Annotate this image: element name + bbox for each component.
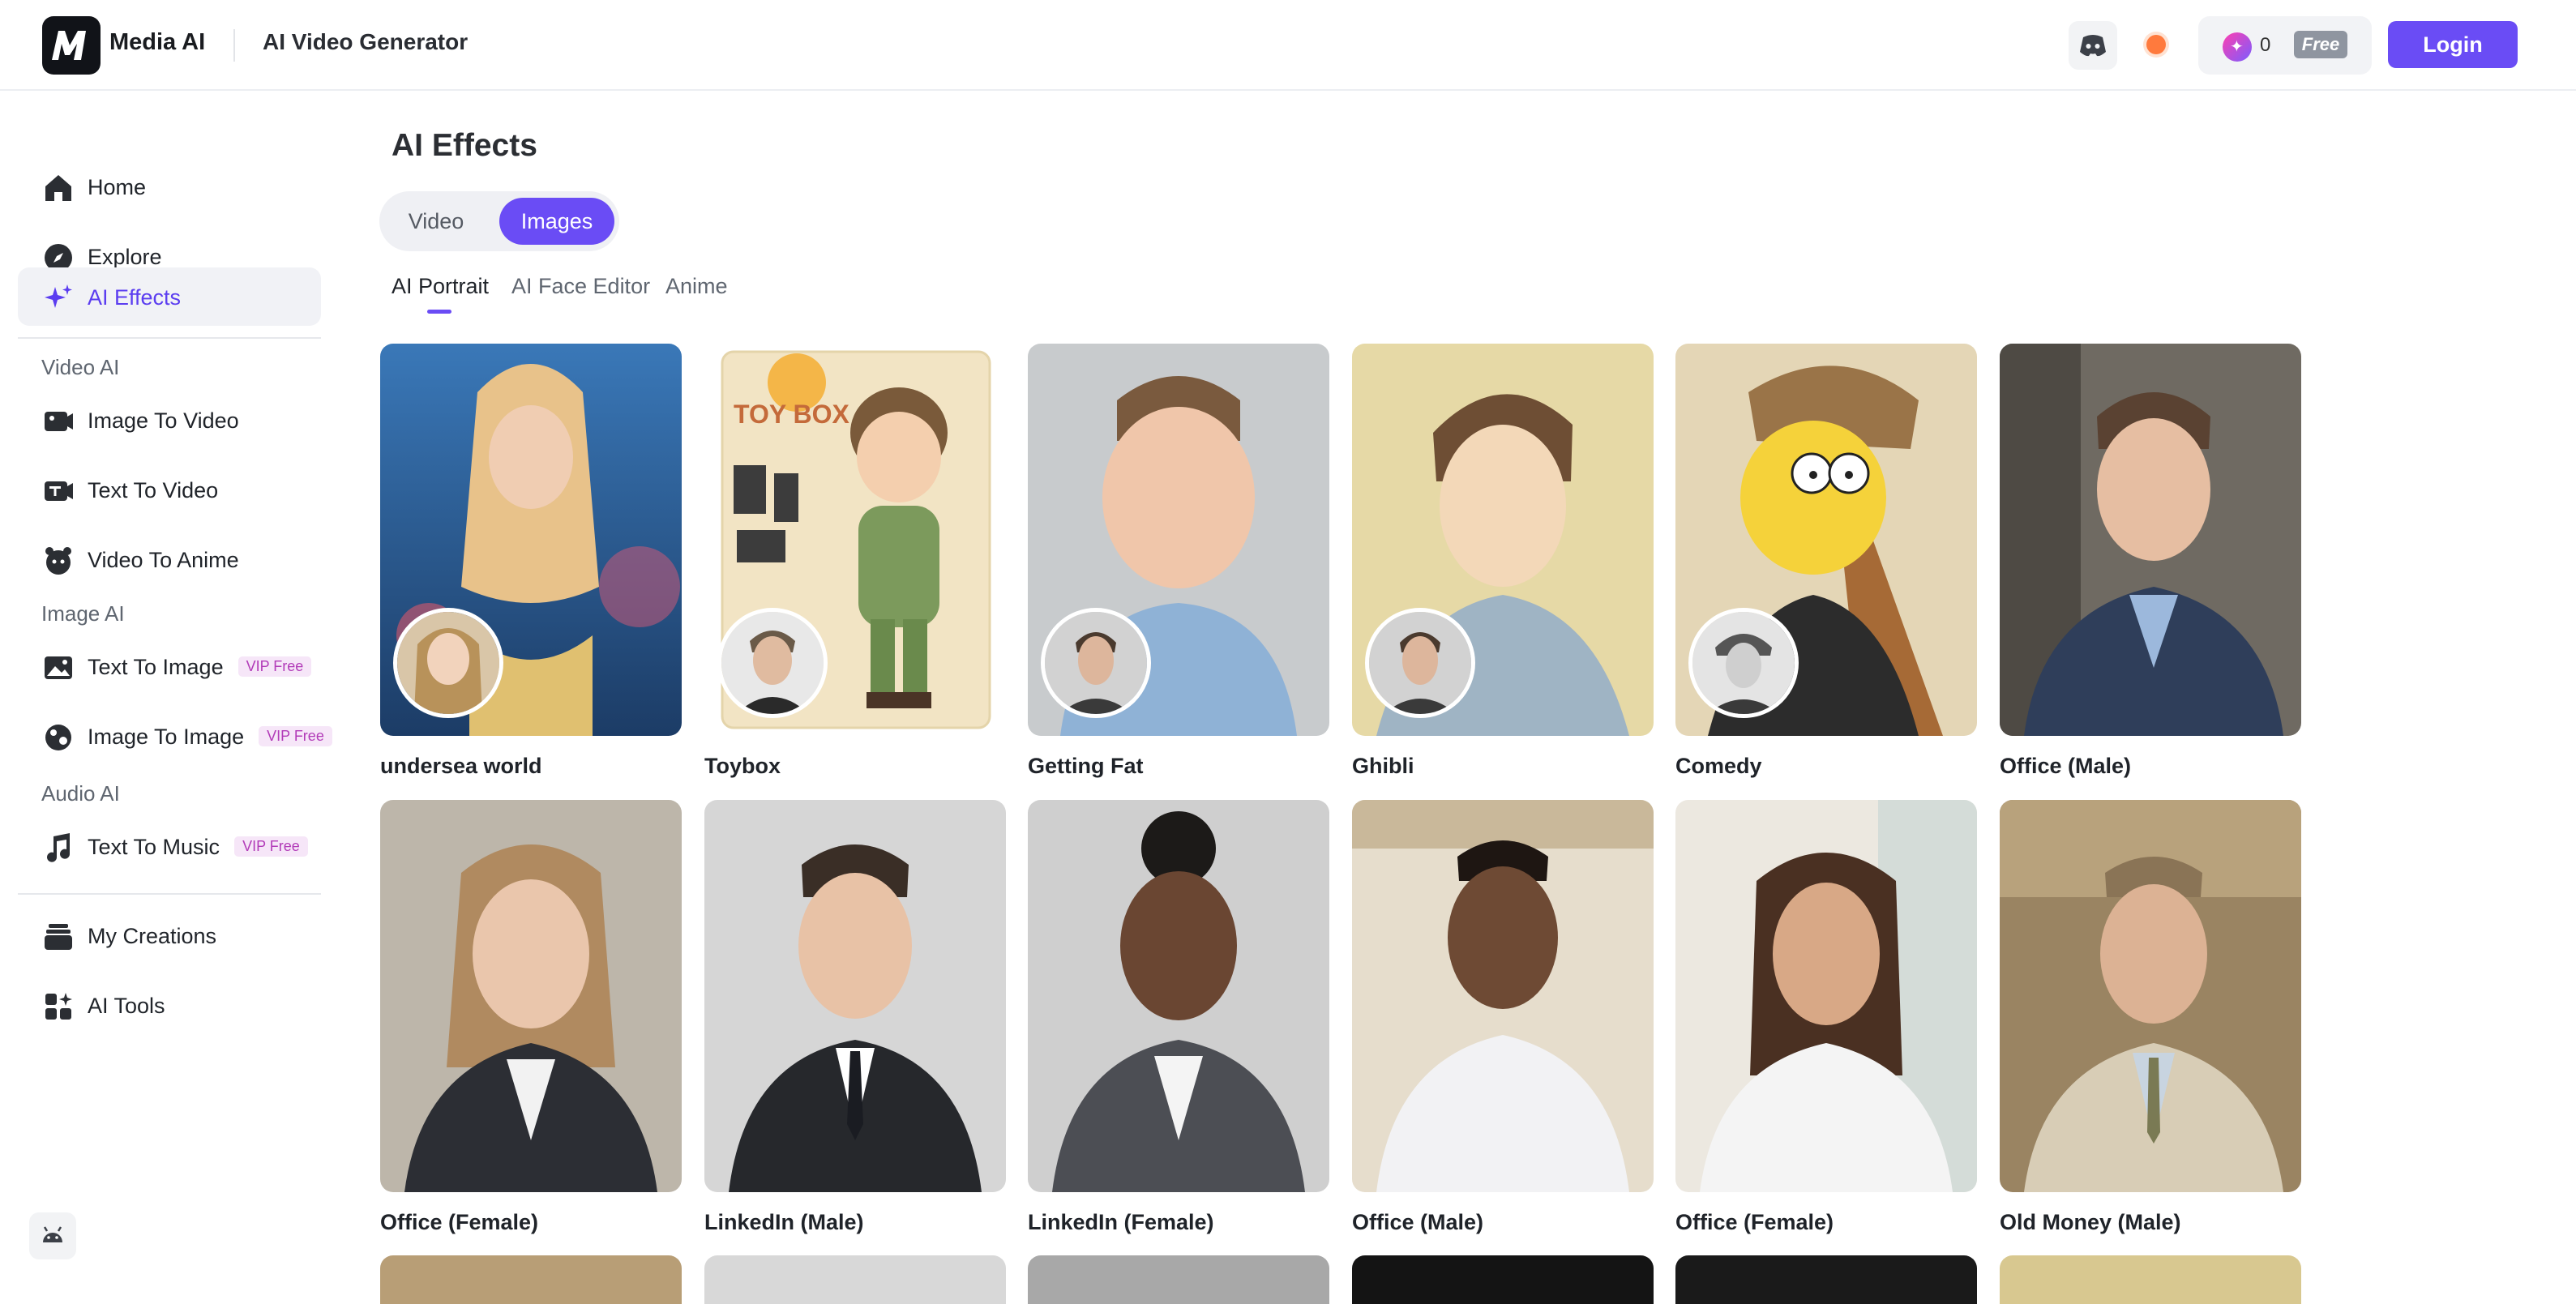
section-title-video-ai: Video AI	[41, 355, 120, 379]
sidebar-item-label: AI Effects	[88, 285, 182, 310]
brand-name: Media AI	[109, 29, 206, 55]
effect-thumbnail	[1675, 800, 1977, 1192]
section-title-audio-ai: Audio AI	[41, 781, 120, 806]
sidebar-item-text-to-image[interactable]: Text To Image VIP Free	[18, 637, 321, 695]
discord-button[interactable]	[2069, 21, 2117, 70]
sidebar-item-image-to-video[interactable]: Image To Video	[18, 391, 321, 449]
effect-name: Ghibli	[1352, 754, 1414, 778]
tab-anime[interactable]: Anime	[665, 274, 728, 299]
section-title-image-ai: Image AI	[41, 601, 125, 626]
effect-card-partial[interactable]	[1028, 1255, 1329, 1304]
effect-name: LinkedIn (Male)	[704, 1210, 864, 1234]
effect-thumbnail	[1028, 800, 1329, 1192]
svg-text:TOY BOX: TOY BOX	[734, 400, 850, 429]
active-tab-indicator	[427, 310, 451, 314]
effect-thumbnail	[380, 800, 682, 1192]
tab-ai-face-editor[interactable]: AI Face Editor	[511, 274, 650, 299]
sidebar-item-ai-tools[interactable]: AI Tools	[18, 976, 321, 1034]
sidebar-divider	[18, 893, 321, 895]
discord-icon	[2080, 35, 2106, 57]
effect-thumbnail	[704, 800, 1006, 1192]
sidebar-item-label: Text To Video	[88, 478, 219, 502]
sidebar-item-label: Image To Video	[88, 408, 239, 433]
sidebar-item-text-to-music[interactable]: Text To Music VIP Free	[18, 817, 321, 875]
effect-name: undersea world	[380, 754, 542, 778]
top-bar: Media AI AI Video Generator ✦ 0 Free Log…	[0, 0, 2576, 91]
home-icon	[45, 175, 71, 201]
text-image-icon	[45, 656, 72, 679]
sidebar: Home Explore AI Effects Video AI Image T…	[0, 91, 340, 1293]
source-avatar	[717, 608, 828, 718]
effect-card-partial[interactable]	[1675, 1255, 1977, 1304]
android-app-button[interactable]	[29, 1212, 76, 1259]
vip-free-badge: VIP Free	[237, 656, 312, 677]
media-type-toggle: Video Images	[379, 191, 619, 251]
effect-card-partial[interactable]	[1352, 1255, 1654, 1304]
segment-images[interactable]: Images	[499, 198, 614, 245]
sidebar-item-label: Image To Image VIP Free	[88, 725, 332, 750]
effect-name: Old Money (Male)	[2000, 1210, 2181, 1234]
effect-name: Office (Female)	[1675, 1210, 1834, 1234]
sidebar-item-label: My Creations	[88, 924, 217, 948]
effect-name: Toybox	[704, 754, 781, 778]
credit-count: 0	[2260, 34, 2271, 56]
effect-card-partial[interactable]	[380, 1255, 682, 1304]
sidebar-item-ai-effects[interactable]: AI Effects	[18, 267, 321, 326]
music-icon	[47, 833, 70, 862]
sidebar-item-home[interactable]: Home	[18, 157, 321, 216]
image-video-icon	[45, 412, 73, 431]
header-divider	[233, 29, 235, 62]
sidebar-item-label: AI Tools	[88, 994, 165, 1018]
plan-badge: Free	[2294, 31, 2347, 58]
sidebar-item-my-creations[interactable]: My Creations	[18, 906, 321, 964]
creations-icon	[45, 924, 72, 950]
sidebar-item-label: Text To Image VIP Free	[88, 655, 312, 680]
source-avatar	[393, 608, 503, 718]
effect-name: Comedy	[1675, 754, 1762, 778]
effect-thumbnail	[2000, 800, 2301, 1192]
sidebar-item-label: Text To Music VIP Free	[88, 835, 308, 860]
sidebar-item-text-to-video[interactable]: Text To Video	[18, 460, 321, 519]
header-title: AI Video Generator	[263, 29, 469, 54]
segment-video[interactable]: Video	[386, 198, 486, 245]
credit-icon: ✦	[2223, 32, 2252, 62]
sidebar-item-label: Video To Anime	[88, 548, 239, 572]
effect-name: Office (Male)	[1352, 1210, 1484, 1234]
effect-name: Office (Female)	[380, 1210, 539, 1234]
source-avatar	[1041, 608, 1151, 718]
sidebar-item-label: Explore	[88, 245, 162, 269]
vip-free-badge: VIP Free	[234, 836, 308, 857]
image-image-icon	[45, 725, 71, 750]
media-ai-logo[interactable]	[42, 16, 101, 75]
source-avatar	[1688, 608, 1799, 718]
effect-name: LinkedIn (Female)	[1028, 1210, 1214, 1234]
effect-card-partial[interactable]	[2000, 1255, 2301, 1304]
effect-name: Office (Male)	[2000, 754, 2132, 778]
tools-icon	[45, 993, 72, 1020]
page-title: AI Effects	[392, 128, 537, 163]
sparkle-icon	[45, 284, 72, 308]
tab-ai-portrait[interactable]: AI Portrait	[392, 274, 489, 299]
sidebar-item-video-to-anime[interactable]: Video To Anime	[18, 530, 321, 588]
vip-free-badge: VIP Free	[259, 726, 332, 746]
effect-thumbnail	[2000, 344, 2301, 736]
effect-name: Getting Fat	[1028, 754, 1144, 778]
android-icon	[43, 1226, 62, 1242]
credits-widget[interactable]: ✦ 0 Free	[2198, 16, 2372, 75]
effect-card-partial[interactable]	[704, 1255, 1006, 1304]
source-avatar	[1365, 608, 1475, 718]
sidebar-item-label: Home	[88, 175, 147, 199]
sidebar-divider	[18, 337, 321, 339]
effect-thumbnail	[1352, 800, 1654, 1192]
text-video-icon	[45, 481, 73, 501]
anime-icon	[45, 547, 71, 575]
notification-dot[interactable]	[2146, 35, 2166, 54]
login-button[interactable]: Login	[2388, 21, 2518, 68]
sidebar-item-image-to-image[interactable]: Image To Image VIP Free	[18, 707, 332, 765]
